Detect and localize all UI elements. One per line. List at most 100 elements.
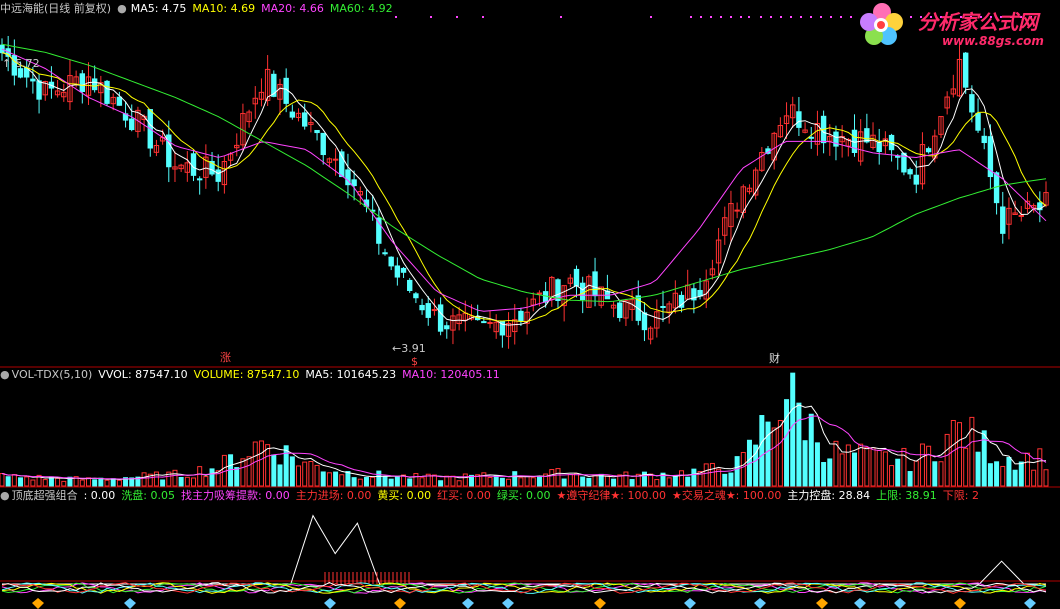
volume-bar: [907, 471, 913, 487]
volume-bar: [363, 477, 369, 487]
volume-circle-icon[interactable]: ●: [0, 368, 10, 381]
candle-body: [1000, 206, 1006, 234]
signal-dot: [730, 16, 732, 18]
candle-body: [1018, 214, 1024, 217]
volume-bar: [394, 476, 400, 487]
volume-bar: [271, 454, 277, 487]
volume-bar: [586, 477, 592, 487]
signal-dot: [810, 16, 812, 18]
volume-bar: [351, 477, 357, 487]
volume-bar: [277, 464, 283, 487]
volume-bar: [672, 475, 678, 487]
volume-bar: [289, 456, 295, 487]
volume-bar: [345, 471, 351, 487]
event-marker-cai: 财: [769, 351, 780, 365]
volume-bar: [320, 471, 326, 487]
volume-bar: [438, 480, 444, 487]
volume-bar: [110, 478, 116, 487]
logo-url: www.88gs.com: [942, 34, 1044, 48]
signal-dot: [482, 16, 484, 18]
candle-body: [487, 322, 493, 325]
vvol-value: VVOL: 87547.10: [98, 368, 188, 381]
candle-body: [579, 282, 586, 300]
signal-dot: [700, 16, 702, 18]
volume-bar: [994, 461, 1000, 487]
signal-dot: [830, 16, 832, 18]
candle-body: [413, 293, 419, 299]
volume-bar: [808, 413, 814, 487]
indicator-xiaxian: 下限: 2: [942, 489, 979, 502]
candle-body: [116, 96, 123, 106]
volume-bar: [611, 478, 617, 487]
volume-bar: [759, 415, 765, 487]
volume-bar: [234, 467, 240, 487]
candle-body: [536, 292, 543, 295]
signal-dot: [650, 16, 652, 18]
candle-body: [925, 148, 932, 153]
signal-dot: [560, 16, 562, 18]
volume-bar: [932, 461, 938, 487]
signal-dot: [790, 16, 792, 18]
volume-bar: [333, 471, 339, 487]
volume-bar: [493, 475, 499, 487]
volume-bar: [98, 477, 104, 487]
volume-bar: [784, 399, 790, 487]
candle-body: [30, 78, 36, 82]
candle-body: [407, 279, 413, 291]
indicator-circle-icon[interactable]: ●: [0, 489, 10, 502]
candle-body: [876, 142, 882, 153]
candle-body: [981, 135, 987, 144]
volume-bar: [92, 479, 98, 487]
chart-title[interactable]: 中远海能(日线 前复权): [0, 2, 111, 15]
volume-bar: [561, 478, 567, 487]
signal-dot: [720, 16, 722, 18]
volume-bar: [512, 471, 518, 487]
event-marker-zhang: 涨: [220, 351, 231, 364]
indicator-zhaozhuli: 找主力吸筹提款: 0.00: [181, 489, 290, 502]
ma20-value: MA20: 4.66: [261, 2, 324, 15]
price-header: 中远海能(日线 前复权) ● MA5: 4.75 MA10: 4.69 MA20: 4.…: [0, 1, 399, 17]
candle-body: [351, 179, 357, 187]
candle-body: [592, 271, 598, 297]
ma60-value: MA60: 4.92: [329, 2, 393, 15]
signal-dot: [780, 16, 782, 18]
indicator-shangxian: 上限: 38.91: [876, 489, 937, 502]
volume-bar: [1012, 469, 1018, 487]
candle-body: [388, 256, 394, 267]
candle-body: [969, 94, 975, 113]
signal-dot: [690, 16, 692, 18]
candle-body: [394, 265, 401, 278]
volume-indicator-title[interactable]: VOL-TDX(5,10): [12, 368, 93, 381]
volume-bar: [536, 475, 542, 487]
signal-dot: [760, 16, 762, 18]
volume-bar: [283, 445, 289, 487]
indicator-huangmai: 黄买: 0.00: [377, 489, 432, 502]
settings-circle-icon[interactable]: ●: [117, 2, 127, 15]
volume-bar: [209, 468, 215, 487]
candle-body: [129, 118, 135, 131]
volume-bar: [987, 463, 993, 487]
volume-bar: [178, 476, 184, 487]
volume-bar: [827, 458, 833, 487]
candle-body: [431, 309, 438, 312]
signal-dot: [710, 16, 712, 18]
candle-body: [376, 217, 382, 244]
volume-bar: [685, 476, 691, 487]
volume-bar: [407, 478, 413, 487]
volume-header: ● VOL-TDX(5,10) VVOL: 87547.10 VOLUME: 8754…: [0, 367, 506, 383]
candle-body: [660, 306, 666, 309]
volume-bar: [722, 473, 728, 487]
candle-body: [962, 52, 969, 88]
volume-bar: [5, 476, 11, 487]
signal-dot: [820, 16, 822, 18]
candle-body: [444, 325, 450, 330]
candle-body: [196, 178, 203, 181]
signal-dot: [840, 16, 842, 18]
volume-bar: [580, 476, 586, 487]
candle-body: [864, 128, 870, 143]
volume-value: VOLUME: 87547.10: [193, 368, 300, 381]
candle-body: [895, 155, 901, 158]
high-price-label: ↑-5.72: [2, 57, 40, 70]
indicator-lvmai: 绿买: 0.00: [496, 489, 551, 502]
indicator-title[interactable]: 顶底超强组合: [12, 489, 78, 502]
